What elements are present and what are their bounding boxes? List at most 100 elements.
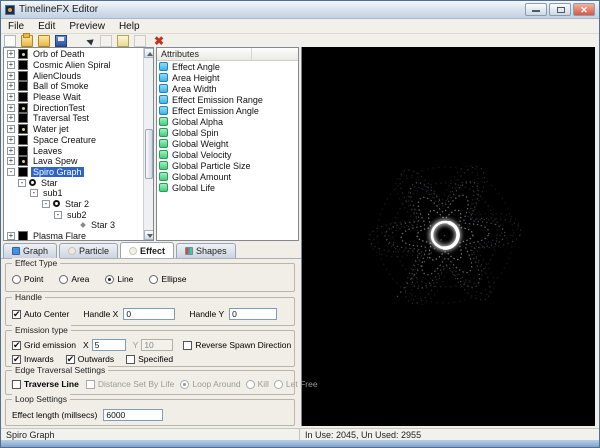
save-icon[interactable] xyxy=(55,35,67,47)
tree-item[interactable]: -sub1 xyxy=(4,188,142,199)
attribute-item[interactable]: Global Velocity xyxy=(157,149,298,160)
menu-preview[interactable]: Preview xyxy=(62,20,112,33)
paste-icon[interactable] xyxy=(134,35,146,47)
minimize-button[interactable] xyxy=(525,3,547,16)
specified-checkbox[interactable]: Specified xyxy=(126,354,173,364)
checkbox-icon[interactable] xyxy=(183,341,192,350)
radio-icon[interactable] xyxy=(59,275,68,284)
expander-icon[interactable]: + xyxy=(7,104,15,112)
delete-icon[interactable]: ✖ xyxy=(154,35,166,47)
attribute-item[interactable]: Global Particle Size xyxy=(157,160,298,171)
grid-emission-checkbox[interactable]: Grid emission xyxy=(12,340,76,350)
copy-icon[interactable] xyxy=(117,35,129,47)
expander-icon[interactable]: + xyxy=(7,82,15,90)
traverse-line-checkbox[interactable]: Traverse Line xyxy=(12,379,79,389)
loop-around-radio[interactable]: Loop Around xyxy=(180,379,240,389)
tab-graph[interactable]: Graph xyxy=(3,243,57,258)
attribute-item[interactable]: Area Height xyxy=(157,72,298,83)
effect-length-input[interactable] xyxy=(103,409,163,421)
expander-icon[interactable]: + xyxy=(7,93,15,101)
radio-area[interactable]: Area xyxy=(59,274,89,284)
expander-icon[interactable]: + xyxy=(7,136,15,144)
expander-icon[interactable]: - xyxy=(30,189,38,197)
grid-x-input[interactable] xyxy=(92,339,126,351)
kill-radio[interactable]: Kill xyxy=(246,379,269,389)
radio-icon[interactable] xyxy=(105,275,114,284)
attributes-header[interactable]: Attributes xyxy=(157,48,298,61)
reverse-spawn-checkbox[interactable]: Reverse Spawn Direction xyxy=(183,340,291,350)
expander-icon[interactable]: + xyxy=(7,50,15,58)
scroll-up-icon[interactable] xyxy=(144,48,154,58)
attribute-item[interactable]: Effect Emission Range xyxy=(157,94,298,105)
expander-icon[interactable]: - xyxy=(54,211,62,219)
tree-item[interactable]: +DirectionTest xyxy=(4,102,142,113)
tree-item[interactable]: +AlienClouds xyxy=(4,70,142,81)
tree-item[interactable]: +Space Creature xyxy=(4,135,142,146)
checkbox-icon[interactable] xyxy=(12,310,21,319)
tree-item[interactable]: +Plasma Flare xyxy=(4,231,142,241)
tree-item[interactable]: +Orb of Death xyxy=(4,49,142,60)
import-icon[interactable] xyxy=(38,35,50,47)
expander-icon[interactable]: + xyxy=(7,125,15,133)
attribute-item[interactable]: Effect Emission Angle xyxy=(157,105,298,116)
distance-set-by-life-checkbox[interactable]: Distance Set By Life xyxy=(86,379,175,389)
tree-scrollbar[interactable] xyxy=(143,48,153,240)
cut-icon[interactable] xyxy=(100,35,112,47)
pointer-icon[interactable]: ► xyxy=(81,33,96,48)
tree-item[interactable]: -sub2 xyxy=(4,209,142,220)
checkbox-icon[interactable] xyxy=(126,355,135,364)
menu-file[interactable]: File xyxy=(1,20,31,33)
menu-help[interactable]: Help xyxy=(112,20,147,33)
checkbox-icon[interactable] xyxy=(12,355,21,364)
expander-icon[interactable]: - xyxy=(7,168,15,176)
tab-shapes[interactable]: Shapes xyxy=(176,243,236,258)
auto-center-checkbox[interactable]: Auto Center xyxy=(12,309,69,319)
outwards-checkbox[interactable]: Outwards xyxy=(66,354,114,364)
scroll-down-icon[interactable] xyxy=(144,230,154,240)
menu-edit[interactable]: Edit xyxy=(31,20,62,33)
expander-icon[interactable]: + xyxy=(7,72,15,80)
expander-icon[interactable]: + xyxy=(7,147,15,155)
maximize-button[interactable] xyxy=(549,3,571,16)
tab-particle[interactable]: Particle xyxy=(59,243,118,258)
tree-item[interactable]: -Star xyxy=(4,177,142,188)
attribute-item[interactable]: Global Alpha xyxy=(157,116,298,127)
close-button[interactable]: ✕ xyxy=(573,3,595,16)
radio-icon[interactable] xyxy=(12,275,21,284)
let-free-radio[interactable]: Let Free xyxy=(274,379,318,389)
radio-line[interactable]: Line xyxy=(105,274,133,284)
attribute-item[interactable]: Effect Angle xyxy=(157,61,298,72)
inwards-checkbox[interactable]: Inwards xyxy=(12,354,54,364)
tree-item[interactable]: +Leaves xyxy=(4,145,142,156)
attribute-item[interactable]: Area Width xyxy=(157,83,298,94)
checkbox-icon[interactable] xyxy=(66,355,75,364)
tree-item[interactable]: +Please Wait xyxy=(4,92,142,103)
checkbox-icon[interactable] xyxy=(12,341,21,350)
scrollbar-thumb[interactable] xyxy=(145,129,153,179)
expander-icon[interactable]: - xyxy=(18,179,26,187)
expander-icon[interactable]: + xyxy=(7,61,15,69)
attribute-item[interactable]: Global Weight xyxy=(157,138,298,149)
tree-item[interactable]: +Traversal Test xyxy=(4,113,142,124)
new-icon[interactable] xyxy=(4,35,16,47)
tab-effect[interactable]: Effect xyxy=(120,242,174,258)
tree-item[interactable]: +Ball of Smoke xyxy=(4,81,142,92)
radio-point[interactable]: Point xyxy=(12,274,43,284)
attribute-item[interactable]: Global Amount xyxy=(157,171,298,182)
title-bar[interactable]: TimelineFX Editor ✕ xyxy=(1,1,599,19)
grid-y-input[interactable] xyxy=(141,339,173,351)
radio-ellipse[interactable]: Ellipse xyxy=(149,274,186,284)
attribute-item[interactable]: Global Spin xyxy=(157,127,298,138)
tree-item[interactable]: +Water jet xyxy=(4,124,142,135)
expander-icon[interactable]: + xyxy=(7,114,15,122)
tree-item[interactable]: Star 3 xyxy=(4,220,142,231)
expander-icon[interactable]: + xyxy=(7,157,15,165)
handle-y-input[interactable] xyxy=(229,308,277,320)
tree-item[interactable]: +Cosmic Alien Spiral xyxy=(4,60,142,71)
attribute-item[interactable]: Global Life xyxy=(157,182,298,193)
tree-item[interactable]: +Lava Spew xyxy=(4,156,142,167)
tree-item-selected[interactable]: -Spiro Graph xyxy=(4,167,142,178)
open-icon[interactable] xyxy=(21,35,33,47)
particle-preview[interactable] xyxy=(301,47,595,426)
handle-x-input[interactable] xyxy=(123,308,175,320)
